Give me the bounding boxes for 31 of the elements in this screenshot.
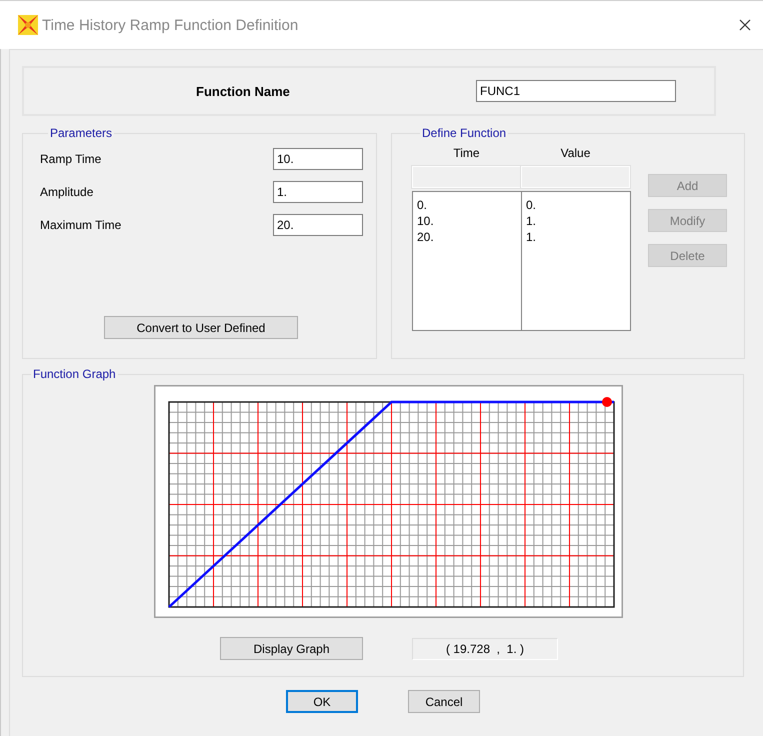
list-item[interactable]: 10.: [417, 213, 434, 229]
display-graph-button[interactable]: Display Graph: [220, 637, 363, 660]
list-item[interactable]: 1.: [526, 213, 536, 229]
list-item[interactable]: 0.: [526, 197, 536, 213]
function-name-field[interactable]: FUNC1: [476, 80, 676, 102]
dialog-button[interactable]: Cancel: [408, 690, 480, 713]
field-label: Maximum Time: [40, 218, 122, 232]
entry-field[interactable]: [412, 166, 521, 188]
function-name-label: Function Name: [196, 84, 291, 98]
parameter-field[interactable]: 1.: [273, 181, 363, 203]
app-icon: [18, 15, 38, 35]
dialog-button[interactable]: OK: [286, 690, 358, 713]
window-title: Time History Ramp Function Definition: [42, 16, 300, 34]
parameter-field[interactable]: 10.: [273, 148, 363, 170]
value-list[interactable]: 0. 1. 1.: [521, 192, 630, 330]
field-label: Ramp Time: [40, 152, 102, 166]
value-list[interactable]: 0. 10. 20.: [413, 192, 521, 330]
group-title: Function Graph: [32, 367, 117, 381]
list-item[interactable]: 20.: [417, 229, 434, 245]
group-title: Define Function: [421, 126, 508, 140]
group-title: Parameters: [49, 126, 114, 140]
column-header: Time: [452, 146, 481, 160]
parameter-field[interactable]: 20.: [273, 214, 363, 236]
coordinate-readout: ( 19.728 , 1. ): [412, 638, 558, 660]
convert-button[interactable]: Convert to User Defined: [104, 316, 298, 339]
close-icon[interactable]: [739, 19, 751, 31]
column-header: Value: [560, 146, 592, 160]
entry-field[interactable]: [521, 166, 630, 188]
field-label: Amplitude: [40, 185, 94, 199]
list-item[interactable]: 0.: [417, 197, 428, 213]
list-item[interactable]: 1.: [526, 229, 536, 245]
